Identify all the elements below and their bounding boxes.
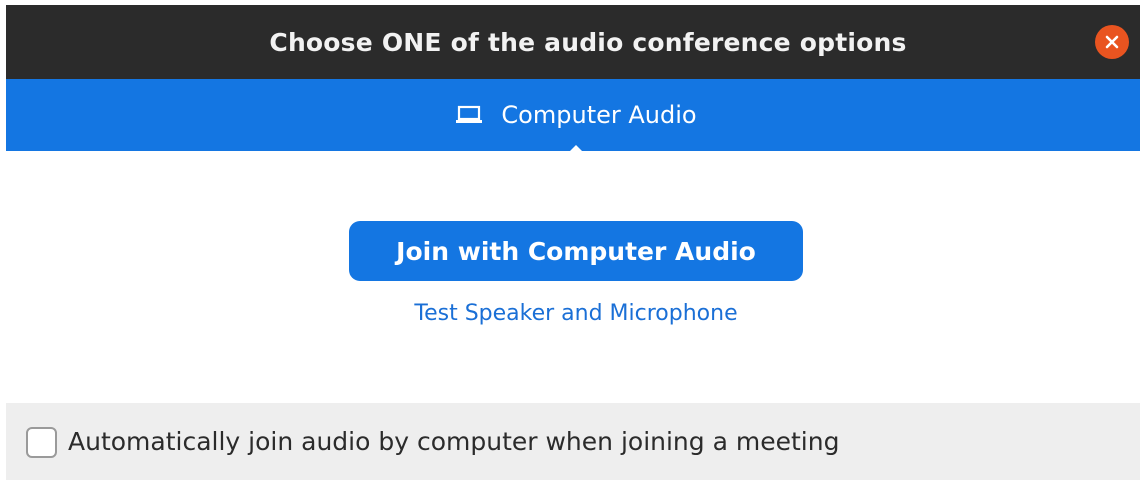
auto-join-checkbox[interactable] [26,427,57,458]
footer-bar: Automatically join audio by computer whe… [6,403,1140,480]
close-button[interactable] [1095,25,1129,59]
tab-computer-audio[interactable]: Computer Audio [426,79,726,151]
selected-tab-indicator [569,145,583,152]
title-bar: Choose ONE of the audio conference optio… [6,5,1140,79]
join-computer-audio-button[interactable]: Join with Computer Audio [349,221,803,281]
test-speaker-microphone-link[interactable]: Test Speaker and Microphone [326,301,826,326]
laptop-icon [456,105,483,123]
audio-options-dialog: Choose ONE of the audio conference optio… [6,5,1140,480]
tab-label: Computer Audio [501,101,697,129]
audio-tabs: Computer Audio [6,79,1140,151]
dialog-title: Choose ONE of the audio conference optio… [269,27,907,57]
close-icon [1105,35,1119,49]
auto-join-label[interactable]: Automatically join audio by computer whe… [68,427,839,456]
